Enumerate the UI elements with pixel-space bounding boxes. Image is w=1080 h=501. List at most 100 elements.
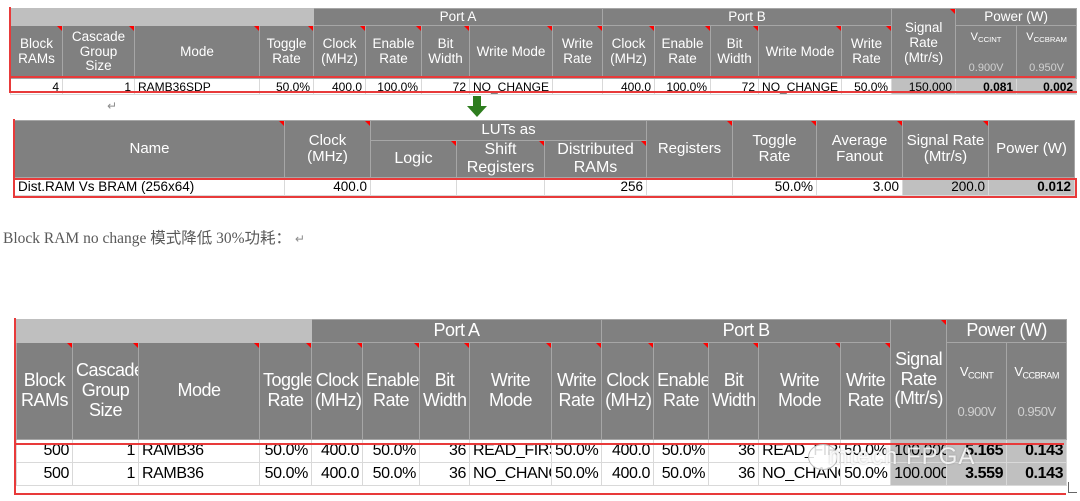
cell-toggle-rate: 50.0% [259,78,314,95]
cell-name: Dist.RAM Vs BRAM (256x64) [14,177,285,196]
header-a-clock: Clock (MHz) [311,342,363,440]
cell-shift-registers [456,177,545,196]
cell-a-enable: 100.0% [365,78,422,95]
header-b-clock: Clock (MHz) [602,25,656,79]
group-header-power: Power (W) [955,8,1078,26]
return-mark: ↵ [294,232,305,246]
header-b-write-rate: Write Rate [841,25,893,79]
header-registers: Registers [646,120,734,178]
return-mark: ↵ [107,99,118,113]
cell-b-clock: 400.0 [602,78,656,95]
cell-a-bit-width: 36 [419,462,470,486]
cell-a-clock: 400.0 [311,462,363,486]
header-a-write-mode: Write Mode [469,342,552,440]
cell-block-rams: 500 [16,439,73,463]
header-b-write-mode: Write Mode [758,25,843,79]
group-header-port-a: Port A [310,319,603,343]
header-vccint: VCCINT 0.900V [946,342,1008,440]
cell-toggle-rate: 50.0% [259,462,312,486]
cell-logic [370,177,457,196]
header-shift-registers: Shift Registers [456,140,545,178]
header-block-rams: Block RAMs [16,342,73,440]
header-vccbram: VCCBRAM 0.950V [1006,342,1068,440]
cell-cascade: 1 [72,439,139,463]
cell-a-bit-width: 72 [421,78,470,95]
header-signal-rate: Signal Rate (Mtr/s) [902,120,990,178]
header-name: Name [14,120,285,178]
header-average-fanout: Average Fanout [816,120,904,178]
caption-text: Block RAM no change 模式降低 30%功耗： ↵ [3,230,305,247]
cell-b-write-mode: NO_CHANGE [758,78,843,95]
cell-registers [646,177,734,196]
header-b-enable-rate: Enable Rate [653,342,710,440]
cell-average-fanout: 3.00 [816,177,904,196]
cell-clock: 400.0 [284,177,371,196]
header-b-clock: Clock (MHz) [601,342,655,440]
cell-cascade: 1 [72,462,139,486]
header-spacer [16,319,312,343]
cell-a-write-mode: NO_CHANGE [469,462,552,486]
bram-power-table-sdp: Port A Port B Signal Rate (Mtr/s) Power … [10,8,1078,95]
cell-toggle-rate: 50.0% [259,439,312,463]
cell-cascade: 1 [62,78,135,95]
cell-b-enable: 50.0% [653,462,710,486]
group-header-power: Power (W) [946,319,1068,343]
header-mode: Mode [138,342,260,440]
cell-b-enable: 50.0% [653,439,710,463]
cell-b-clock: 400.0 [601,462,655,486]
cell-distributed-rams: 256 [543,177,648,196]
cell-a-write-rate: 50.0% [550,462,603,486]
header-a-write-rate: Write Rate [551,25,604,79]
cell-mode: RAMB36 [138,439,260,463]
header-power: Power (W) [988,120,1076,178]
header-signal-rate: Signal Rate (Mtr/s) [890,319,948,440]
header-vccbram: VCCBRAM 0.950V [1016,25,1078,79]
table-row: Dist.RAM Vs BRAM (256x64) 400.0 256 50.0… [14,177,1076,196]
cell-signal-rate: 200.0 [902,177,990,196]
header-b-write-rate: Write Rate [840,342,892,440]
header-spacer [10,8,314,26]
cell-vccbram: 0.002 [1016,78,1078,95]
cell-signal-rate: 150.000 [891,78,957,95]
group-header-port-a: Port A [312,8,604,26]
header-mode: Mode [134,25,260,79]
header-b-write-mode: Write Mode [758,342,842,440]
cell-b-write-rate: 50.0% [841,78,893,95]
cell-b-clock: 400.0 [601,439,655,463]
down-arrow-icon [467,96,487,117]
cell-a-write-mode: READ_FIRST [469,439,552,463]
cell-vccbram: 0.143 [1006,439,1068,463]
header-b-bit-width: Bit Width [710,25,760,79]
group-header-luts-as: LUTs as [369,120,648,141]
header-signal-rate: Signal Rate (Mtr/s) [891,8,957,79]
header-toggle-rate: Toggle Rate [259,25,314,79]
group-header-port-b: Port B [602,8,893,26]
cell-mode: RAMB36 [138,462,260,486]
header-a-enable-rate: Enable Rate [362,342,420,440]
cell-a-clock: 400.0 [311,439,363,463]
header-vccint: VCCINT 0.900V [955,25,1018,79]
cell-b-bit-width: 72 [710,78,760,95]
cell-a-write-mode: NO_CHANGE [469,78,553,95]
header-clock: Clock (MHz) [284,120,371,178]
header-block-rams: Block RAMs [10,25,63,79]
header-a-bit-width: Bit Width [421,25,470,79]
cell-b-bit-width: 36 [708,462,760,486]
distributed-ram-power-table: Name Clock (MHz) LUTs as Registers Toggl… [14,120,1076,196]
cell-a-write-rate [551,78,604,95]
cell-block-rams: 500 [16,462,73,486]
cell-a-bit-width: 36 [419,439,470,463]
cell-vccint: 0.081 [955,78,1018,95]
cell-b-bit-width: 36 [708,439,760,463]
table-row: 4 1 RAMB36SDP 50.0% 400.0 100.0% 72 NO_C… [10,78,1078,95]
header-a-clock: Clock (MHz) [313,25,366,79]
header-toggle-rate: Toggle Rate [259,342,312,440]
header-b-enable-rate: Enable Rate [654,25,712,79]
cell-a-enable: 50.0% [362,462,420,486]
cell-a-enable: 50.0% [362,439,420,463]
header-toggle-rate: Toggle Rate [732,120,818,178]
cell-a-write-rate: 50.0% [550,439,603,463]
cell-power: 0.012 [988,177,1076,196]
header-b-bit-width: Bit Width [708,342,760,440]
header-a-write-mode: Write Mode [469,25,553,79]
